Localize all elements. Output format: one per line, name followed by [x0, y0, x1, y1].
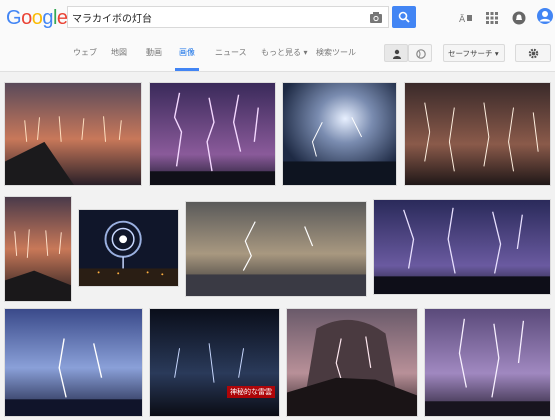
caption-overlay: 神秘的な雷雲 [227, 386, 275, 398]
search-box[interactable] [67, 6, 389, 28]
image-result[interactable] [78, 209, 179, 287]
image-result[interactable] [4, 308, 143, 417]
tab-images[interactable]: 画像 [179, 47, 195, 58]
lightning-thumbnail [186, 202, 366, 296]
volcano-lightning-thumbnail [287, 309, 417, 416]
lightning-thumbnail [150, 309, 279, 416]
lightning-thumbnail [374, 200, 550, 294]
safe-search-button[interactable]: セーフサーチ ▾ [443, 44, 505, 62]
camera-icon[interactable] [369, 11, 383, 24]
google-logo[interactable]: Google [6, 7, 68, 30]
global-results-button[interactable] [408, 44, 432, 62]
safe-search-label: セーフサーチ ▾ [448, 49, 499, 58]
image-result[interactable] [149, 82, 276, 186]
active-tab-indicator [175, 68, 199, 71]
personal-results-button[interactable] [384, 44, 408, 62]
svg-text:Ä: Ä [459, 14, 466, 25]
lightning-thumbnail [283, 83, 396, 185]
image-result[interactable] [404, 82, 551, 186]
lightning-thumbnail [425, 309, 550, 416]
lightning-thumbnail [5, 197, 71, 301]
tab-more[interactable]: もっと見る ▾ [261, 47, 308, 58]
image-result[interactable] [286, 308, 418, 417]
lightning-thumbnail [5, 309, 142, 416]
globe-icon [416, 49, 426, 59]
account-avatar[interactable] [537, 8, 553, 24]
search-input[interactable] [72, 10, 362, 25]
tab-web[interactable]: ウェブ [73, 47, 97, 58]
image-result[interactable] [424, 308, 551, 417]
image-result[interactable] [185, 201, 367, 297]
image-result[interactable] [4, 82, 142, 186]
lightning-thumbnail [405, 83, 550, 185]
search-icon [398, 11, 410, 23]
gear-icon [528, 48, 539, 59]
image-results-grid: 神秘的な雷雲 [0, 72, 555, 420]
tab-maps[interactable]: 地図 [111, 47, 127, 58]
header-bar: Google Ä ウェブ 地 [0, 0, 555, 72]
image-result[interactable]: 神秘的な雷雲 [149, 308, 280, 417]
person-icon [393, 49, 401, 59]
tab-news[interactable]: ニュース [215, 47, 247, 58]
image-result[interactable] [282, 82, 397, 186]
search-tabs: ウェブ 地図 動画 画像 ニュース もっと見る ▾ 検索ツール セーフサーチ ▾ [0, 40, 555, 71]
image-result[interactable] [4, 196, 72, 302]
lightning-thumbnail [5, 83, 141, 185]
tab-videos[interactable]: 動画 [146, 47, 162, 58]
lightning-thumbnail [150, 83, 275, 185]
notifications-icon[interactable] [512, 11, 526, 25]
settings-button[interactable] [515, 44, 551, 62]
apps-icon[interactable]: Ä [459, 11, 473, 25]
search-button[interactable] [392, 6, 416, 28]
grid-icon[interactable] [485, 11, 499, 25]
tab-search-tools[interactable]: 検索ツール [316, 47, 356, 58]
image-result[interactable] [373, 199, 551, 295]
spiral-thumbnail [79, 210, 178, 286]
